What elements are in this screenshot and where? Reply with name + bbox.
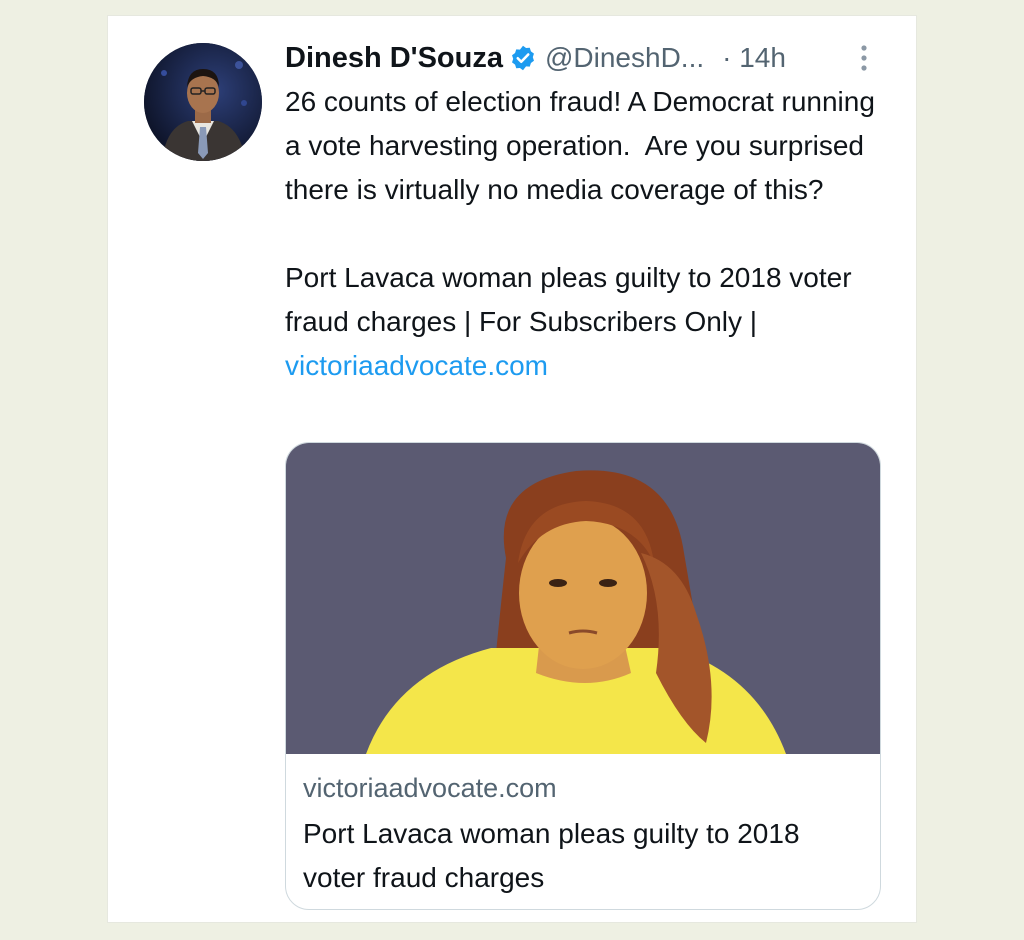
author-handle[interactable]: @DineshD... xyxy=(545,42,704,74)
author-name[interactable]: Dinesh D'Souza xyxy=(285,42,503,75)
author-avatar[interactable] xyxy=(144,43,262,161)
more-options-icon[interactable] xyxy=(856,43,872,73)
link-preview-card[interactable]: victoriaadvocate.com Port Lavaca woman p… xyxy=(285,442,881,910)
tweet-card[interactable]: Dinesh D'Souza @DineshD... · 14h 26 coun… xyxy=(108,16,916,922)
tweet-text: 26 counts of election fraud! A Democrat … xyxy=(285,80,895,388)
tweet-text-main: 26 counts of election fraud! A Democrat … xyxy=(285,86,883,205)
tweet-header: Dinesh D'Souza @DineshD... · 14h xyxy=(285,38,885,78)
tweet-text-headline: Port Lavaca woman pleas guilty to 2018 v… xyxy=(285,262,860,337)
link-preview-image[interactable] xyxy=(286,443,880,754)
verified-badge-icon xyxy=(509,44,537,72)
link-preview-title: Port Lavaca woman pleas guilty to 2018 v… xyxy=(303,818,800,893)
tweet-link[interactable]: victoriaadvocate.com xyxy=(285,350,548,381)
tweet-timestamp[interactable]: · 14h xyxy=(722,42,786,74)
link-preview-domain: victoriaadvocate.com xyxy=(303,773,557,803)
